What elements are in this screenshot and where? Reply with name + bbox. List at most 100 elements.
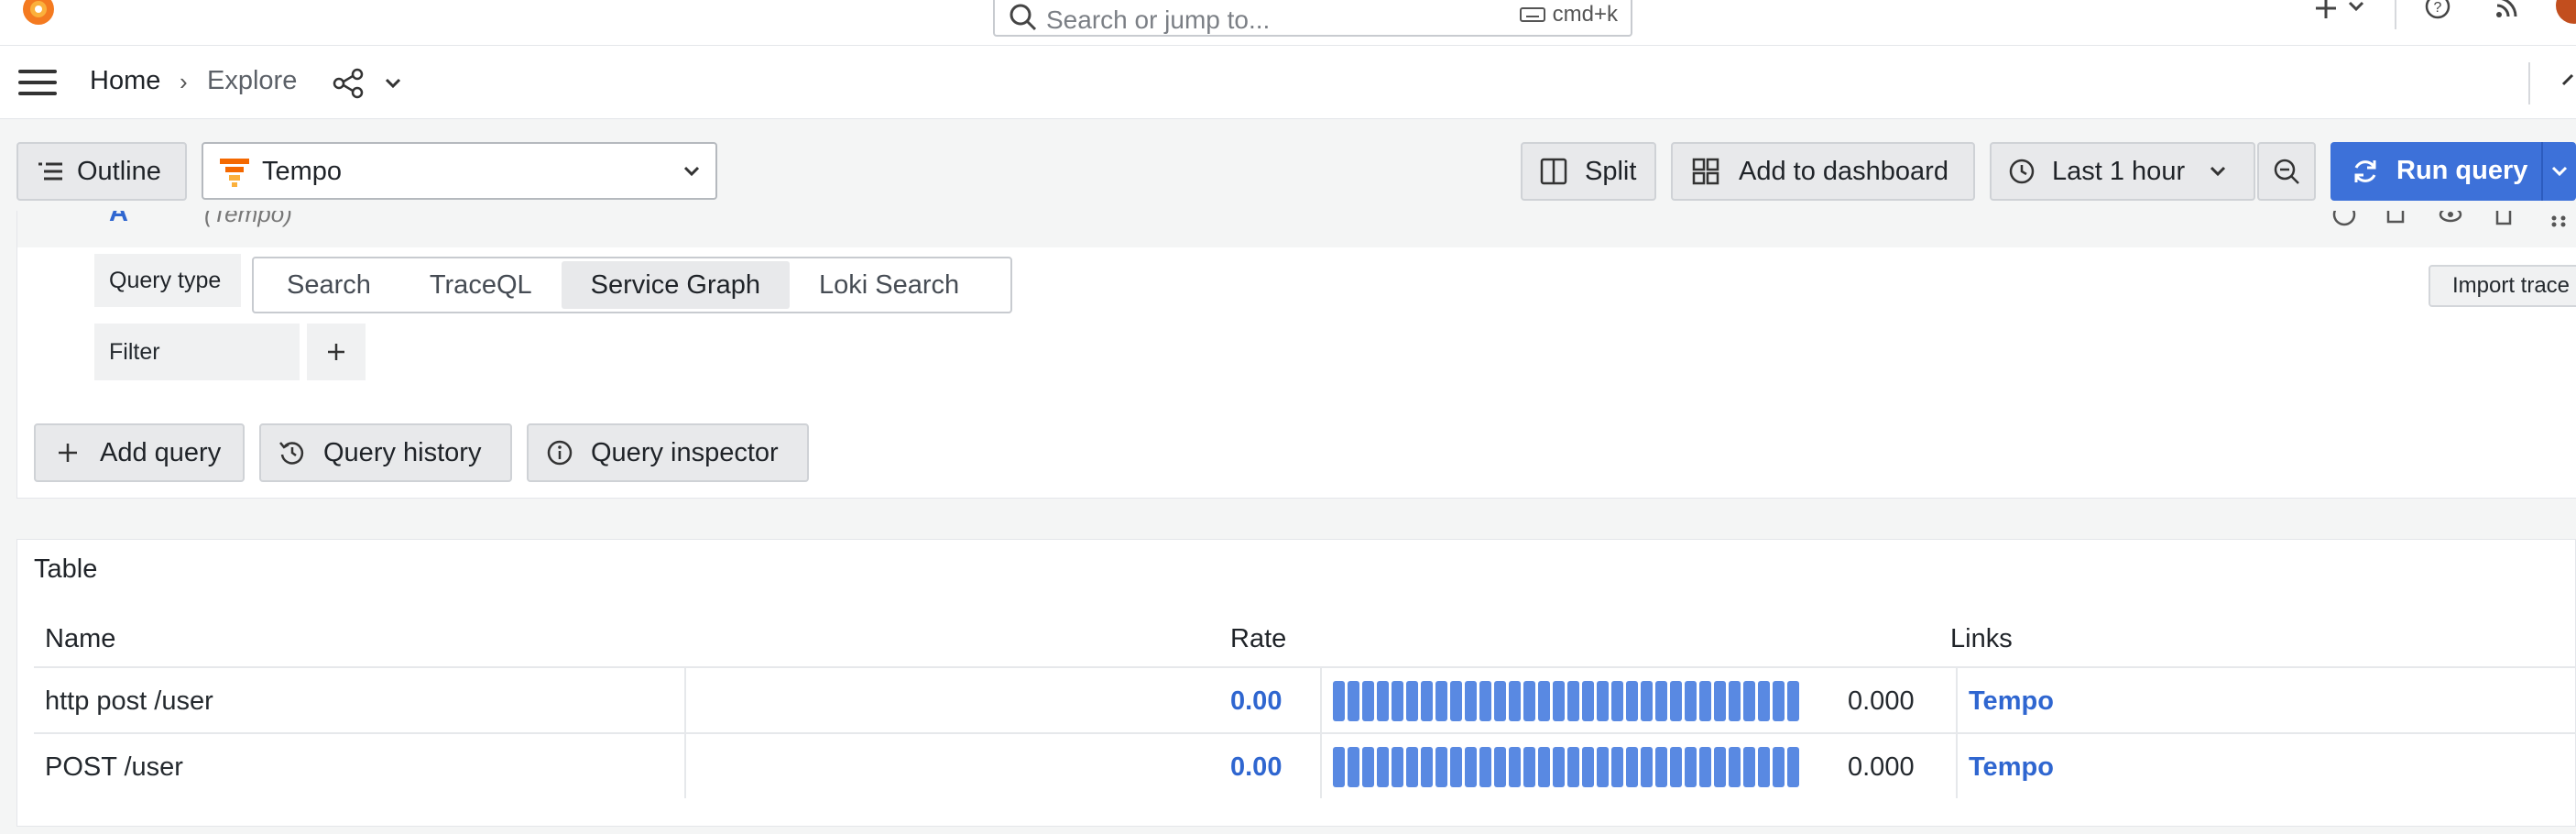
keyboard-icon <box>1519 7 1545 22</box>
query-inspector-button[interactable]: Query inspector <box>527 423 809 482</box>
plus-icon[interactable] <box>2312 0 2340 22</box>
gauge-segment <box>1582 747 1594 787</box>
run-query-button[interactable]: Run query <box>2330 142 2576 201</box>
gauge-segment <box>1743 681 1755 721</box>
gauge-segment <box>1582 681 1594 721</box>
grafana-logo-icon[interactable] <box>18 0 59 29</box>
gauge-segment <box>1685 747 1697 787</box>
gauge-segment <box>1714 747 1726 787</box>
outline-button[interactable]: Outline <box>16 142 187 201</box>
row-link-tempo[interactable]: Tempo <box>1969 668 2054 734</box>
row-name: http post /user <box>45 686 213 716</box>
split-button[interactable]: Split <box>1521 142 1656 201</box>
datasource-picker[interactable]: Tempo <box>202 142 717 200</box>
trash-icon[interactable] <box>2491 211 2516 227</box>
query-datasource-hint: (Tempo) <box>204 211 292 227</box>
column-header-name[interactable]: Name <box>45 624 115 654</box>
search-input[interactable]: Search or jump to... cmd+k <box>993 0 1632 37</box>
breadcrumb-home[interactable]: Home <box>90 66 160 96</box>
gauge-segment <box>1523 747 1535 787</box>
gauge-segment <box>1479 747 1491 787</box>
chevron-down-icon[interactable] <box>383 73 403 93</box>
keyboard-shortcut: cmd+k <box>1519 2 1618 27</box>
time-range-picker[interactable]: Last 1 hour <box>1990 142 2255 201</box>
add-to-dashboard-button[interactable]: Add to dashboard <box>1671 142 1975 201</box>
cell-divider <box>1320 734 1322 798</box>
eye-icon[interactable] <box>2438 211 2463 227</box>
add-filter-button[interactable] <box>307 324 366 380</box>
share-icon[interactable] <box>332 68 365 99</box>
collapse-icon[interactable] <box>2561 73 2576 88</box>
drag-handle-icon[interactable] <box>2549 211 2568 227</box>
row-link-tempo[interactable]: Tempo <box>1969 734 2054 800</box>
breadcrumb-separator-icon: › <box>180 68 188 95</box>
gauge-segment <box>1406 681 1418 721</box>
plus-icon <box>328 344 344 360</box>
rss-news-icon[interactable] <box>2494 0 2521 20</box>
query-type-traceql[interactable]: TraceQL <box>400 261 562 309</box>
gauge-segment <box>1655 681 1667 721</box>
help-icon[interactable]: ? <box>2424 0 2451 20</box>
query-type-selector[interactable]: Search TraceQL Service Graph Loki Search <box>252 257 1012 313</box>
gauge-segment <box>1597 681 1609 721</box>
chevron-down-icon[interactable] <box>2347 0 2365 13</box>
add-query-label: Add query <box>100 437 222 467</box>
search-icon <box>1010 4 1037 31</box>
gauge-segment <box>1641 747 1653 787</box>
gauge-segment <box>1597 747 1609 787</box>
row-rate: 0.00 <box>1230 686 1283 716</box>
gauge-segment <box>1509 681 1521 721</box>
tempo-logo-icon <box>220 159 249 187</box>
gauge-segment <box>1538 747 1550 787</box>
duplicate-icon[interactable] <box>2385 211 2410 227</box>
gauge-segment <box>1465 681 1477 721</box>
import-trace-button[interactable]: Import trace <box>2429 265 2576 307</box>
gauge-segment <box>1758 747 1770 787</box>
split-icon <box>1540 158 1567 185</box>
cell-divider <box>684 734 686 798</box>
avatar[interactable] <box>2556 0 2576 24</box>
column-header-rate[interactable]: Rate <box>1230 624 1286 654</box>
query-type-search[interactable]: Search <box>257 261 400 309</box>
query-type-service-graph[interactable]: Service Graph <box>561 261 790 309</box>
datasource-name: Tempo <box>262 157 343 186</box>
gauge-segment <box>1479 681 1491 721</box>
split-label: Split <box>1585 156 1637 186</box>
dashboard-icon <box>1692 158 1719 185</box>
search-placeholder: Search or jump to... <box>1046 5 1271 34</box>
gauge-segment <box>1377 747 1389 787</box>
gauge-segment <box>1626 681 1638 721</box>
top-bar: Search or jump to... cmd+k ? <box>0 0 2576 46</box>
gauge-segment <box>1362 747 1374 787</box>
gauge-segment <box>1538 681 1550 721</box>
query-history-label: Query history <box>323 437 482 467</box>
table-row: http post /user 0.00 0.000 Tempo <box>34 666 2576 732</box>
menu-icon[interactable] <box>18 70 57 95</box>
column-header-links[interactable]: Links <box>1950 624 2013 654</box>
gauge-segment <box>1729 747 1741 787</box>
chevron-down-icon <box>683 166 700 177</box>
help-icon[interactable] <box>2331 211 2357 227</box>
breadcrumb-current: Explore <box>207 66 298 95</box>
add-query-button[interactable]: Add query <box>34 423 245 482</box>
table-panel: Table Name Rate Links http post /user 0.… <box>16 539 2576 827</box>
gauge-segment <box>1773 747 1785 787</box>
zoom-out-icon <box>2274 159 2299 184</box>
gauge-segment <box>1699 681 1711 721</box>
refresh-icon <box>2354 160 2376 182</box>
query-editor-panel: A (Tempo) Query type Search TraceQL Serv… <box>16 211 2576 499</box>
time-range-label: Last 1 hour <box>2052 156 2186 186</box>
gauge-segment <box>1348 681 1359 721</box>
query-history-button[interactable]: Query history <box>259 423 512 482</box>
row-rate: 0.00 <box>1230 752 1283 782</box>
query-ref-id[interactable]: A <box>109 211 128 228</box>
gauge-segment <box>1348 747 1359 787</box>
query-inspector-label: Query inspector <box>591 437 779 467</box>
zoom-out-button[interactable] <box>2257 142 2316 201</box>
row-gauge-value: 0.000 <box>1848 752 1915 782</box>
nav-bar: Home › Explore <box>0 46 2576 119</box>
chevron-down-icon[interactable] <box>2550 164 2569 179</box>
gauge-segment <box>1714 681 1726 721</box>
query-type-loki-search[interactable]: Loki Search <box>790 261 988 309</box>
gauge-segment <box>1641 681 1653 721</box>
